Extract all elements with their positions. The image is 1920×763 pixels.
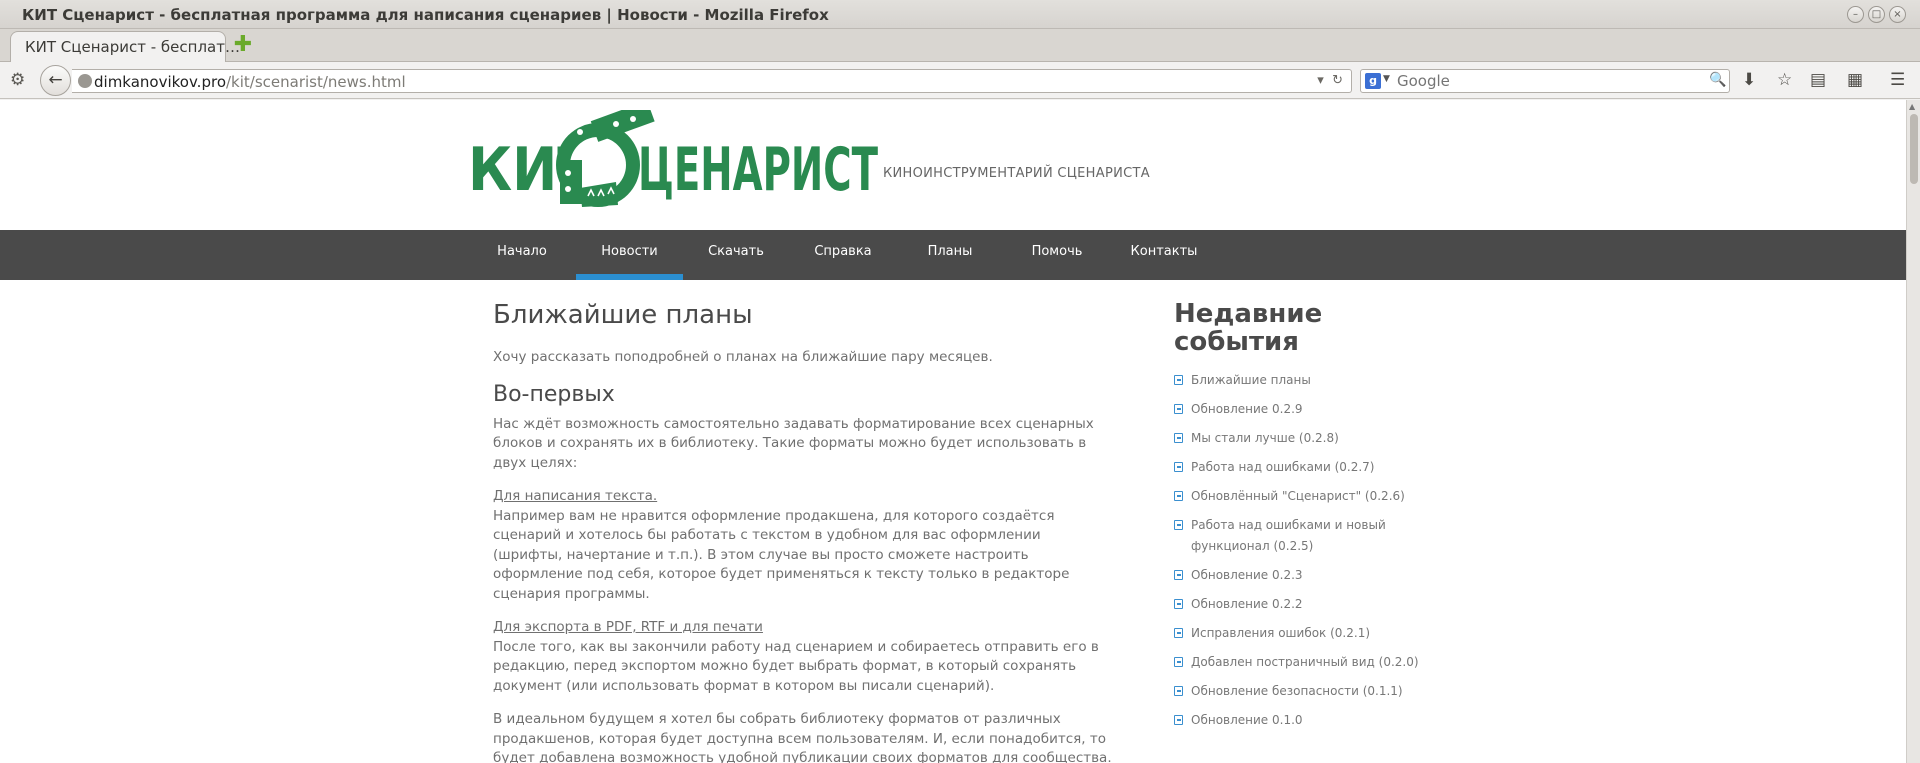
recent-item[interactable]: Обновление 0.2.3: [1174, 565, 1434, 586]
menu-item-home[interactable]: Начало: [480, 230, 564, 280]
doc-link-icon: [1174, 375, 1183, 385]
logo-text-right: ЦЕНАРИСТ: [638, 135, 878, 205]
bookmark-star-icon[interactable]: ☆: [1777, 71, 1792, 89]
doc-link-icon: [1174, 462, 1183, 472]
recent-item[interactable]: Добавлен постраничный вид (0.2.0): [1174, 652, 1434, 673]
recent-item-label: Обновление 0.1.0: [1191, 713, 1303, 727]
doc-link-icon: [1174, 433, 1183, 443]
article: Ближайшие планы Хочу рассказать поподроб…: [493, 300, 1113, 763]
recent-item-label: Добавлен постраничный вид (0.2.0): [1191, 655, 1419, 669]
doc-link-icon: [1174, 599, 1183, 609]
search-engine-dropdown-icon[interactable]: ▼: [1383, 74, 1390, 84]
menu-item-plans[interactable]: Планы: [908, 230, 992, 280]
sidebar-title: Недавние события: [1174, 299, 1323, 357]
recent-item-label: Обновление 0.2.2: [1191, 597, 1303, 611]
purpose-export: Для экспорта в PDF, RTF и для печати Пос…: [493, 618, 1113, 696]
recent-item[interactable]: Обновление 0.2.9: [1174, 399, 1434, 420]
recent-item-label: Исправления ошибок (0.2.1): [1191, 626, 1371, 640]
menu-item-news[interactable]: Новости: [576, 230, 683, 280]
recent-item-label: Обновление безопасности (0.1.1): [1191, 684, 1403, 698]
recent-item-label: Обновлённый "Сценарист" (0.2.6): [1191, 489, 1405, 503]
recent-events-list: Ближайшие планы Обновление 0.2.9 Мы стал…: [1174, 370, 1434, 731]
url-host: dimkanovikov.pro: [94, 73, 226, 91]
recent-item[interactable]: Ближайшие планы: [1174, 370, 1434, 391]
url-history-dropdown-icon[interactable]: ▾: [1317, 73, 1324, 88]
search-input[interactable]: [1397, 72, 1687, 90]
menu-item-contacts[interactable]: Контакты: [1122, 230, 1206, 280]
recent-item[interactable]: Обновлённый "Сценарист" (0.2.6): [1174, 486, 1434, 507]
search-bar[interactable]: g ▼ 🔍: [1360, 69, 1730, 93]
scroll-up-arrow-icon[interactable]: ▲: [1909, 102, 1915, 111]
recent-item[interactable]: Обновление 0.2.2: [1174, 594, 1434, 615]
purpose-export-text: После того, как вы закончили работу над …: [493, 638, 1099, 694]
new-tab-icon[interactable]: ✚: [232, 34, 254, 56]
tab-strip: КИТ Сценарист - бесплат… ✚: [0, 29, 1920, 62]
doc-link-icon: [1174, 628, 1183, 638]
main-menu: Начало Новости Скачать Справка Планы Пом…: [0, 230, 1906, 280]
recent-events-sidebar: Недавние события Ближайшие планы Обновле…: [1174, 300, 1434, 739]
doc-link-icon: [1174, 491, 1183, 501]
window-title: КИТ Сценарист - бесплатная программа для…: [22, 6, 829, 24]
back-button[interactable]: ←: [40, 65, 71, 96]
reload-icon[interactable]: ↻: [1332, 73, 1343, 88]
purpose-writing: Для написания текста. Например вам не нр…: [493, 487, 1113, 604]
recent-item-label: Работа над ошибками и новый функционал (…: [1191, 518, 1386, 553]
url-tools: ▾ ↻: [1317, 73, 1343, 88]
purpose-writing-title: Для написания текста.: [493, 488, 658, 504]
identity-icon[interactable]: ⚙: [10, 71, 25, 89]
menu-item-download[interactable]: Скачать: [694, 230, 778, 280]
recent-item[interactable]: Работа над ошибками (0.2.7): [1174, 457, 1434, 478]
tab-label: КИТ Сценарист - бесплат…: [25, 38, 240, 56]
search-magnifier-icon[interactable]: 🔍: [1709, 72, 1727, 90]
navigation-toolbar: ⚙ ← dimkanovikov.pro/kit/scenarist/news.…: [0, 62, 1920, 99]
window-controls: – □ ×: [1847, 6, 1906, 23]
recent-item-label: Мы стали лучше (0.2.8): [1191, 431, 1339, 445]
closing-paragraph: В идеальном будущем я хотел бы собрать б…: [493, 711, 1112, 763]
purpose-writing-text: Например вам не нравится оформление прод…: [493, 507, 1070, 602]
doc-link-icon: [1174, 520, 1183, 530]
browser-tab[interactable]: КИТ Сценарист - бесплат…: [10, 31, 240, 62]
google-icon[interactable]: g: [1365, 73, 1381, 89]
section-paragraph: Нас ждёт возможность самостоятельно зада…: [493, 415, 1094, 471]
site-header: КИТ ЦЕНАРИСТ КИНОИНСТРУМЕНТАРИЙ СЦЕНАРИС…: [0, 100, 1906, 230]
site-logo[interactable]: КИТ ЦЕНАРИСТ: [468, 110, 878, 216]
recent-item-label: Ближайшие планы: [1191, 373, 1311, 387]
recent-item[interactable]: Работа над ошибками и новый функционал (…: [1174, 515, 1434, 557]
maximize-button[interactable]: □: [1868, 6, 1885, 23]
recent-item[interactable]: Мы стали лучше (0.2.8): [1174, 428, 1434, 449]
downloads-icon[interactable]: ⬇: [1742, 71, 1756, 89]
back-arrow-icon: ←: [48, 70, 63, 90]
window-titlebar: КИТ Сценарист - бесплатная программа для…: [0, 0, 1920, 29]
vertical-scrollbar[interactable]: ▲: [1906, 100, 1920, 763]
url-bar[interactable]: dimkanovikov.pro/kit/scenarist/news.html…: [72, 69, 1352, 93]
menu-icon[interactable]: ☰: [1890, 71, 1905, 89]
section-heading: Во-первых: [493, 381, 615, 407]
recent-item-label: Обновление 0.2.9: [1191, 402, 1303, 416]
recent-item[interactable]: Исправления ошибок (0.2.1): [1174, 623, 1434, 644]
addons-icon[interactable]: ▦: [1847, 71, 1863, 89]
purpose-export-title: Для экспорта в PDF, RTF и для печати: [493, 619, 763, 635]
bookmarks-list-icon[interactable]: ▤: [1810, 71, 1826, 89]
minimize-button[interactable]: –: [1847, 6, 1864, 23]
doc-link-icon: [1174, 686, 1183, 696]
doc-link-icon: [1174, 657, 1183, 667]
recent-item[interactable]: Обновление безопасности (0.1.1): [1174, 681, 1434, 702]
url-path: /kit/scenarist/news.html: [226, 73, 406, 91]
page-viewport: КИТ ЦЕНАРИСТ КИНОИНСТРУМЕНТАРИЙ СЦЕНАРИС…: [0, 100, 1920, 763]
close-window-button[interactable]: ×: [1889, 6, 1906, 23]
recent-item-label: Обновление 0.2.3: [1191, 568, 1303, 582]
url-text: dimkanovikov.pro/kit/scenarist/news.html: [94, 73, 406, 91]
menu-item-support[interactable]: Помочь: [1015, 230, 1099, 280]
menu-item-help[interactable]: Справка: [801, 230, 885, 280]
scroll-thumb[interactable]: [1910, 114, 1918, 184]
recent-item[interactable]: Обновление 0.1.0: [1174, 710, 1434, 731]
recent-item-label: Работа над ошибками (0.2.7): [1191, 460, 1375, 474]
doc-link-icon: [1174, 715, 1183, 725]
doc-link-icon: [1174, 570, 1183, 580]
article-intro: Хочу рассказать поподробней о планах на …: [493, 349, 993, 365]
site-tagline: КИНОИНСТРУМЕНТАРИЙ СЦЕНАРИСТА: [883, 166, 1150, 181]
globe-icon: [78, 74, 92, 88]
article-title: Ближайшие планы: [493, 300, 753, 330]
doc-link-icon: [1174, 404, 1183, 414]
